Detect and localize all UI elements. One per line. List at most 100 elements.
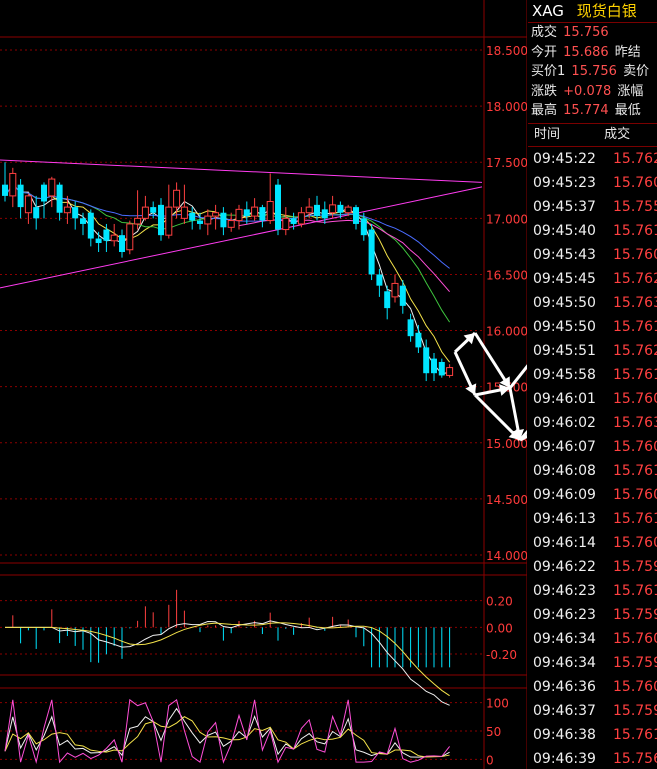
candle-body <box>2 184 8 196</box>
candle-body <box>24 195 32 214</box>
candle-body <box>180 206 188 219</box>
quote-label: 今开 <box>531 44 558 60</box>
tick-price: 15.760 <box>613 438 657 455</box>
tick-time: 09:45:43 <box>533 246 596 263</box>
tick-time: 09:46:09 <box>533 486 596 503</box>
tick-price: 15.761 <box>613 318 657 335</box>
tick-time: 09:46:37 <box>533 702 596 719</box>
quote-value: 15.774 <box>563 103 609 118</box>
tick-row: 09:46:39 15.756 <box>528 747 657 769</box>
candle-body <box>56 184 63 213</box>
candle-body <box>87 212 94 239</box>
tick-price: 15.763 <box>613 414 657 431</box>
kline-chart-area[interactable]: 18.50018.00017.50017.00016.50016.00015.5… <box>0 0 527 769</box>
candle-body <box>189 212 196 221</box>
candle-body <box>227 220 235 228</box>
tick-row: 09:46:01 15.760 <box>528 387 657 411</box>
candle-body <box>134 217 142 225</box>
quote-row-high: 最高 15.774 最低 <box>528 101 657 121</box>
candle-body <box>384 291 391 309</box>
candle-body <box>329 204 337 214</box>
tick-time: 09:46:13 <box>533 510 596 527</box>
price-tick-label: 14.500 <box>486 493 527 507</box>
tick-price: 15.761 <box>613 726 657 743</box>
tick-price: 15.761 <box>613 510 657 527</box>
price-tick-label: 17.000 <box>486 212 527 226</box>
ma-line-magenta <box>238 219 450 293</box>
tick-row: 09:45:50 15.761 <box>528 315 657 339</box>
tick-price: 15.760 <box>613 630 657 647</box>
tick-time: 09:46:23 <box>533 606 596 623</box>
tick-price: 15.760 <box>613 174 657 191</box>
tick-price: 15.760 <box>613 534 657 551</box>
quote-label: 买价1 <box>531 64 566 79</box>
candle-body <box>165 206 173 236</box>
tick-price: 15.762 <box>613 270 657 287</box>
resistance-trendline <box>0 159 483 183</box>
candle-body <box>337 204 344 213</box>
tick-time: 09:46:01 <box>533 390 596 407</box>
candle-body <box>119 235 125 252</box>
candle-body <box>360 218 367 236</box>
candle-body <box>282 217 290 231</box>
tick-time: 09:45:51 <box>533 342 596 359</box>
macd-tick-label: 0.00 <box>486 621 513 635</box>
candle-body <box>80 218 86 224</box>
candle-body <box>212 212 220 217</box>
tick-time: 09:45:50 <box>533 318 596 335</box>
tick-row: 09:45:51 15.762 <box>528 339 657 363</box>
tick-row: 09:45:43 15.760 <box>528 243 657 267</box>
candle-body <box>297 212 305 225</box>
tick-time: 09:45:23 <box>533 174 596 191</box>
candle-body <box>266 201 274 222</box>
tick-price: 15.761 <box>613 366 657 383</box>
symbol-code: XAG <box>532 2 564 20</box>
tick-time: 09:46:34 <box>533 630 596 647</box>
candle-body <box>110 234 118 242</box>
candle-body <box>431 358 437 374</box>
tick-row: 09:46:23 15.761 <box>528 579 657 603</box>
macd-tick-label: 0.20 <box>486 595 513 609</box>
ma-line-yellow <box>4 183 450 363</box>
kline-chart-svg[interactable]: 18.50018.00017.50017.00016.50016.00015.5… <box>0 0 527 769</box>
candle-body <box>399 285 406 306</box>
quote-panel: XAG 现货白银 成交 15.756 今开 15.686 昨结 买价1 15.7… <box>528 0 657 769</box>
tick-row: 09:45:22 15.762 <box>528 147 657 171</box>
price-tick-label: 16.000 <box>486 325 527 339</box>
candle-body <box>235 208 243 222</box>
tick-time: 09:45:50 <box>533 294 596 311</box>
quote-label: 成交 <box>531 25 558 40</box>
candle-body <box>158 204 164 236</box>
candle-body <box>126 223 134 251</box>
tick-price: 15.756 <box>613 750 657 767</box>
price-tick-label: 14.000 <box>486 549 527 563</box>
tick-price: 15.761 <box>613 462 657 479</box>
candle-body <box>368 229 375 275</box>
ma-line-blue <box>4 183 450 269</box>
tick-time: 09:45:45 <box>533 270 596 287</box>
candle-body <box>446 367 454 376</box>
tick-time: 09:46:08 <box>533 462 596 479</box>
tick-row: 09:46:38 15.761 <box>528 723 657 747</box>
candle-body <box>220 212 227 228</box>
candle-body <box>391 282 399 298</box>
tick-row: 09:46:36 15.760 <box>528 675 657 699</box>
tick-row: 09:46:34 15.760 <box>528 627 657 651</box>
candle-body <box>150 207 157 213</box>
candle-body <box>72 207 79 219</box>
kdj-k-line <box>4 707 450 758</box>
tick-time: 09:45:37 <box>533 198 596 215</box>
tick-row: 09:45:50 15.763 <box>528 291 657 315</box>
candle-body <box>48 178 56 197</box>
quote-value: 15.686 <box>563 44 609 60</box>
tick-time: 09:46:23 <box>533 582 596 599</box>
price-tick-label: 18.000 <box>486 100 527 114</box>
candle-body <box>438 361 445 376</box>
tick-price: 15.761 <box>613 222 657 239</box>
quote-label-2: 最低 <box>614 103 641 118</box>
tick-row: 09:45:37 15.755 <box>528 195 657 219</box>
quote-value: 15.756 <box>563 25 609 40</box>
tick-price: 15.759 <box>613 702 657 719</box>
tick-price: 15.760 <box>613 678 657 695</box>
tick-list[interactable]: 09:45:22 15.762 09:45:23 15.760 09:45:37 15.7… <box>528 147 657 769</box>
